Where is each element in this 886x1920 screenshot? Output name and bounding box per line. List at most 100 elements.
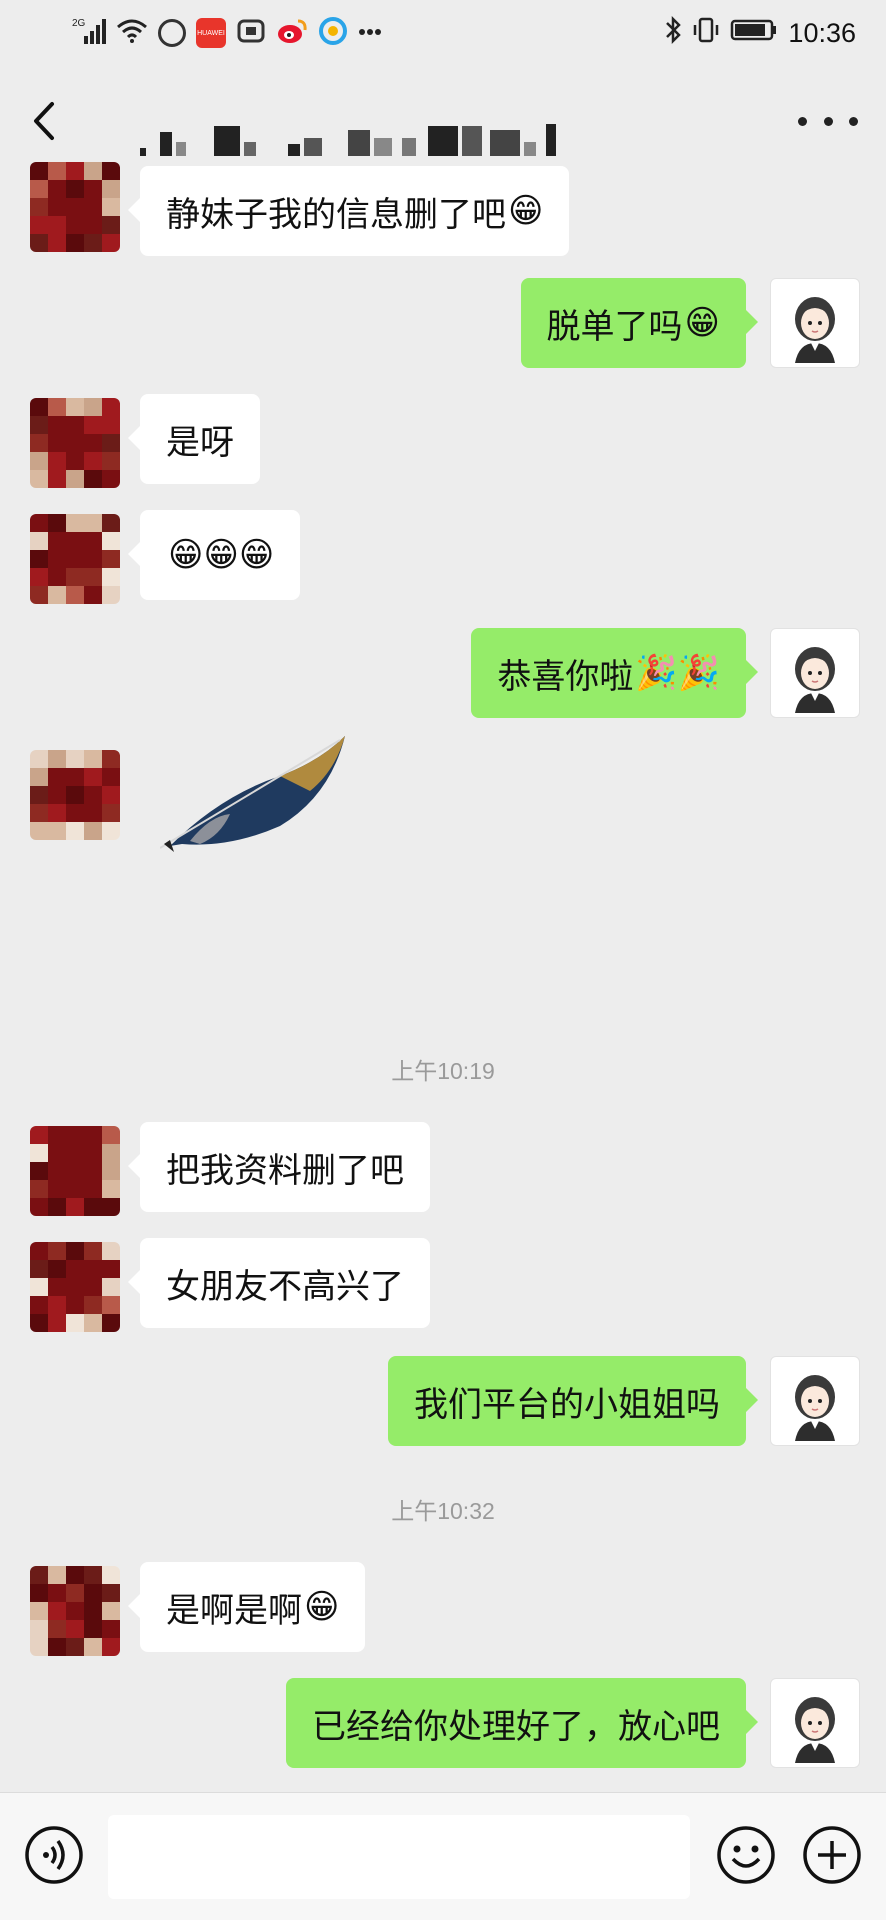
grin-emoji: 😁 xyxy=(684,303,720,343)
mosaic-cell xyxy=(48,216,66,234)
mosaic-cell xyxy=(48,1242,66,1260)
mosaic-cell xyxy=(30,216,48,234)
message-bubble-outgoing[interactable]: 恭喜你啦 🎉🎉 xyxy=(471,628,758,718)
mosaic-cell xyxy=(66,1260,84,1278)
mosaic-cell xyxy=(84,568,102,586)
mosaic-cell xyxy=(102,550,120,568)
message-bubble-incoming[interactable]: 😁😁😁 xyxy=(127,510,301,600)
mosaic-cell xyxy=(66,1584,84,1602)
girl-avatar-icon xyxy=(795,1697,835,1763)
mosaic-cell xyxy=(30,398,48,416)
message-text: 静妹子我的信息删了吧 xyxy=(166,194,506,235)
back-button[interactable] xyxy=(24,96,68,146)
message-bubble-outgoing[interactable]: 我们平台的小姐姐吗 xyxy=(388,1356,758,1446)
mosaic-cell xyxy=(84,768,102,786)
mosaic-cell xyxy=(66,470,84,488)
mosaic-cell xyxy=(84,550,102,568)
mosaic-cell xyxy=(48,1296,66,1314)
mosaic-cell xyxy=(102,398,120,416)
mosaic-cell xyxy=(84,804,102,822)
mosaic-cell xyxy=(48,1180,66,1198)
mosaic-cell xyxy=(48,470,66,488)
message-bubble-incoming[interactable]: 是呀 xyxy=(128,394,260,484)
my-avatar[interactable] xyxy=(770,278,860,368)
mosaic-cell xyxy=(30,750,48,768)
mosaic-cell xyxy=(30,1242,48,1260)
contact-avatar[interactable] xyxy=(30,1566,120,1656)
mosaic-cell xyxy=(48,198,66,216)
emoji-button[interactable] xyxy=(716,1825,776,1885)
contact-avatar[interactable] xyxy=(30,1242,120,1332)
plus-icon xyxy=(803,1826,861,1884)
message-bubble-outgoing[interactable]: 脱单了吗 😁 xyxy=(520,278,759,368)
contact-avatar[interactable] xyxy=(30,162,120,252)
mosaic-cell xyxy=(30,1260,48,1278)
my-avatar[interactable] xyxy=(770,628,860,718)
mosaic-cell xyxy=(84,1198,102,1216)
mosaic-cell xyxy=(66,398,84,416)
mosaic-cell xyxy=(66,1638,84,1656)
mosaic-cell xyxy=(102,1198,120,1216)
mosaic-cell xyxy=(84,198,102,216)
mosaic-cell xyxy=(66,768,84,786)
mosaic-cell xyxy=(30,1566,48,1584)
emoji-icon xyxy=(717,1826,775,1884)
mosaic-cell xyxy=(66,750,84,768)
avatar-pixelated xyxy=(30,750,120,840)
mosaic-cell xyxy=(48,768,66,786)
mosaic-cell xyxy=(84,416,102,434)
mosaic-cell xyxy=(66,180,84,198)
contact-avatar[interactable] xyxy=(30,514,120,604)
mosaic-cell xyxy=(102,586,120,604)
mosaic-cell xyxy=(30,1180,48,1198)
mosaic-cell xyxy=(84,514,102,532)
message-bubble-incoming[interactable]: 女朋友不高兴了 xyxy=(128,1238,430,1328)
mosaic-cell xyxy=(66,1296,84,1314)
message-input-bar xyxy=(0,1792,886,1920)
feather-sticker[interactable] xyxy=(159,736,360,866)
mosaic-cell xyxy=(48,452,66,470)
mosaic-cell xyxy=(48,804,66,822)
message-bubble-outgoing[interactable]: 已经给你处理好了，放心吧 xyxy=(286,1678,758,1768)
message-bubble-incoming[interactable]: 是啊是啊 😁 xyxy=(127,1562,366,1652)
my-avatar[interactable] xyxy=(770,1678,860,1768)
message-text: 已经给你处理好了，放心吧 xyxy=(312,1706,720,1747)
mosaic-cell xyxy=(30,1126,48,1144)
girl-avatar-icon xyxy=(795,647,835,713)
mosaic-cell xyxy=(66,1314,84,1332)
mosaic-cell xyxy=(102,804,120,822)
mosaic-cell xyxy=(48,586,66,604)
mosaic-cell xyxy=(48,1278,66,1296)
message-bubble-incoming[interactable]: 把我资料删了吧 xyxy=(128,1122,430,1212)
mosaic-cell xyxy=(84,822,102,840)
mosaic-cell xyxy=(84,1314,102,1332)
message-text: 女朋友不高兴了 xyxy=(166,1266,404,1307)
mosaic-cell xyxy=(30,1278,48,1296)
mosaic-cell xyxy=(48,1584,66,1602)
contact-avatar[interactable] xyxy=(30,750,120,840)
chat-messages[interactable]: 静妹子我的信息删了吧 😁 脱单了吗 😁 是呀 😁😁😁 恭喜你啦 🎉🎉 上午10:… xyxy=(0,162,886,1792)
message-bubble-incoming[interactable]: 静妹子我的信息删了吧 😁 xyxy=(127,166,570,256)
more-options-button[interactable] xyxy=(798,106,858,136)
voice-button[interactable] xyxy=(24,1825,84,1885)
avatar-pixelated xyxy=(30,1566,120,1656)
weibo-icon xyxy=(276,17,308,50)
mosaic-cell xyxy=(102,1620,120,1638)
more-functions-button[interactable] xyxy=(802,1825,862,1885)
mosaic-cell xyxy=(30,822,48,840)
my-avatar[interactable] xyxy=(770,1356,860,1446)
mosaic-cell xyxy=(30,1620,48,1638)
mosaic-cell xyxy=(48,532,66,550)
girl-avatar-icon xyxy=(795,297,835,363)
mosaic-cell xyxy=(48,1314,66,1332)
contact-avatar[interactable] xyxy=(30,1126,120,1216)
mosaic-cell xyxy=(84,1144,102,1162)
mosaic-cell xyxy=(30,452,48,470)
mosaic-cell xyxy=(48,822,66,840)
mosaic-cell xyxy=(102,1144,120,1162)
mosaic-cell xyxy=(48,1566,66,1584)
contact-avatar[interactable] xyxy=(30,398,120,488)
message-input[interactable] xyxy=(108,1815,690,1899)
mosaic-cell xyxy=(102,470,120,488)
mosaic-cell xyxy=(102,532,120,550)
